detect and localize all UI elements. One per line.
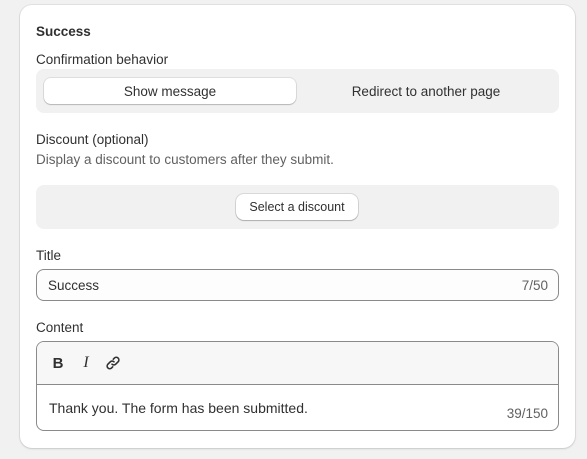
link-icon[interactable]: [103, 353, 123, 373]
editor-toolbar: B I: [37, 342, 558, 385]
confirmation-behavior-segmented-control: Show message Redirect to another page: [36, 69, 559, 113]
content-editor-text[interactable]: Thank you. The form has been submitted.: [49, 400, 308, 416]
success-settings-card: Success Confirmation behavior Show messa…: [20, 5, 575, 448]
title-field-label: Title: [36, 248, 62, 263]
redirect-option[interactable]: Redirect to another page: [300, 78, 552, 104]
discount-panel: Select a discount: [36, 185, 559, 229]
discount-help-text: Display a discount to customers after th…: [36, 152, 334, 167]
title-character-counter: 7/50: [521, 278, 548, 293]
section-title: Success: [36, 24, 91, 39]
show-message-option[interactable]: Show message: [44, 78, 296, 104]
content-rich-text-editor: B I Thank you. The form has been submitt…: [36, 341, 559, 431]
title-input[interactable]: [48, 270, 488, 300]
select-discount-button[interactable]: Select a discount: [236, 194, 358, 220]
content-field-label: Content: [36, 320, 84, 335]
italic-button[interactable]: I: [76, 353, 96, 373]
bold-button[interactable]: B: [48, 353, 68, 373]
discount-label: Discount (optional): [36, 132, 149, 147]
confirmation-behavior-label: Confirmation behavior: [36, 52, 169, 67]
title-field: 7/50: [36, 269, 559, 301]
content-character-counter: 39/150: [506, 406, 548, 421]
